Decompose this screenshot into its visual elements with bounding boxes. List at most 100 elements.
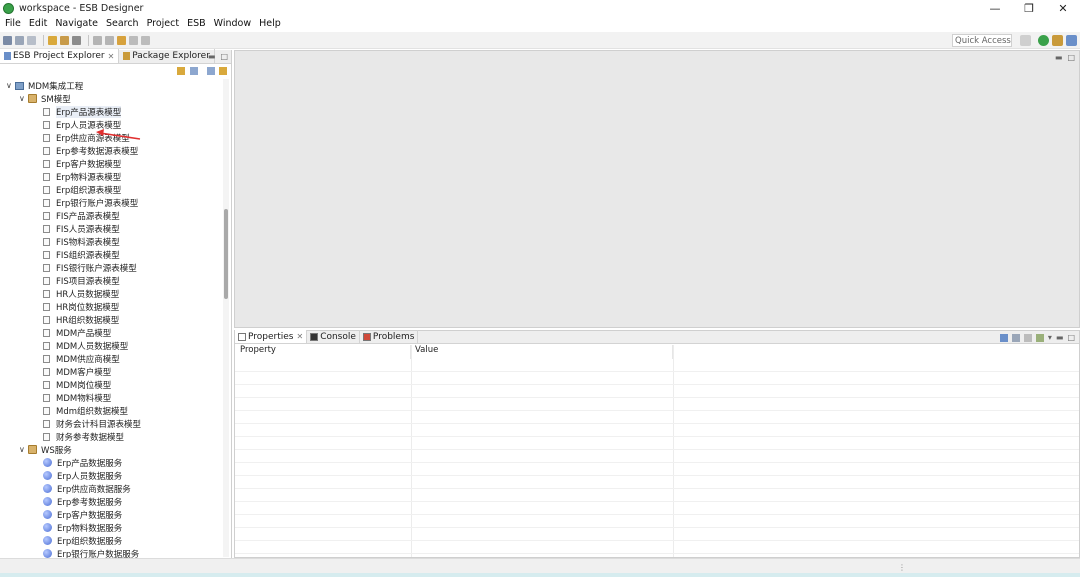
tree-project-row[interactable]: ∨ MDM集成工程	[0, 79, 222, 92]
tree-item[interactable]: FIS人员源表模型	[0, 222, 222, 235]
column-header-value[interactable]: Value	[411, 345, 673, 359]
maximize-icon[interactable]: □	[1067, 53, 1075, 62]
tree-item[interactable]: HR岗位数据模型	[0, 300, 222, 313]
tree-item-label: 财务会计科目源表模型	[56, 419, 142, 430]
save-all-icon[interactable]	[27, 35, 36, 45]
menu-esb[interactable]: ESB	[187, 18, 206, 29]
tree-item[interactable]: Erp组织源表模型	[0, 183, 222, 196]
restore-default-icon[interactable]	[1035, 333, 1044, 342]
deploy-icon[interactable]	[72, 35, 81, 45]
view-menu-icon[interactable]	[219, 67, 227, 75]
close-icon[interactable]: ✕	[1046, 0, 1080, 16]
tree-item[interactable]: MDM供应商模型	[0, 352, 222, 365]
tree-item[interactable]: MDM人员数据模型	[0, 339, 222, 352]
last-edit-icon[interactable]	[117, 35, 126, 45]
restore-icon[interactable]: ❐	[1012, 0, 1046, 16]
open-icon[interactable]	[60, 35, 69, 45]
next-annotation-icon[interactable]	[93, 35, 102, 45]
menu-edit[interactable]: Edit	[29, 18, 47, 29]
minimize-icon[interactable]: —	[978, 0, 1012, 16]
forward-icon[interactable]	[141, 35, 150, 45]
view-menu-icon[interactable]: ▾	[1048, 333, 1052, 342]
tree-item[interactable]: Erp产品源表模型	[0, 105, 222, 118]
chevron-down-icon[interactable]: ∨	[19, 445, 28, 454]
chevron-down-icon[interactable]: ∨	[6, 81, 15, 90]
save-icon[interactable]	[15, 35, 24, 45]
tab-properties[interactable]: Properties ✕	[235, 330, 308, 343]
tree-item[interactable]: MDM物料模型	[0, 391, 222, 404]
tree-item[interactable]: 财务参考数据模型	[0, 430, 222, 443]
tree-item-label: SM模型	[41, 94, 71, 105]
open-perspective-icon[interactable]	[1020, 35, 1031, 46]
tree-item[interactable]: MDM产品模型	[0, 326, 222, 339]
tree-group-row[interactable]: ∨ SM模型	[0, 92, 222, 105]
menu-help[interactable]: Help	[259, 18, 281, 29]
tree-item-label: HR人员数据模型	[56, 289, 120, 300]
tree-item[interactable]: Erp参考数据服务	[0, 495, 222, 508]
tab-console[interactable]: Console	[307, 330, 360, 343]
advanced-icon[interactable]	[1023, 333, 1032, 342]
tree-item[interactable]: HR组织数据模型	[0, 313, 222, 326]
quick-access-input[interactable]: Quick Access	[952, 34, 1012, 47]
chevron-down-icon[interactable]: ∨	[19, 94, 28, 103]
maximize-icon[interactable]: □	[1067, 333, 1075, 342]
tab-esb-project-explorer[interactable]: ESB Project Explorer ✕	[0, 49, 120, 63]
tree-item[interactable]: HR人员数据模型	[0, 287, 222, 300]
menu-window[interactable]: Window	[214, 18, 251, 29]
filter-icon[interactable]	[1011, 333, 1020, 342]
collapse-all-icon[interactable]	[190, 67, 198, 75]
minimize-icon[interactable]: ▬	[1056, 333, 1064, 342]
model-file-icon	[43, 146, 50, 155]
tree-item[interactable]: FIS物料源表模型	[0, 235, 222, 248]
close-icon[interactable]: ✕	[296, 332, 303, 341]
tree-group-row[interactable]: ∨ WS服务	[0, 443, 222, 456]
model-file-icon	[43, 315, 50, 324]
menu-navigate[interactable]: Navigate	[55, 18, 98, 29]
tree-item[interactable]: Erp产品数据服务	[0, 456, 222, 469]
tree-item-label: MDM集成工程	[28, 81, 84, 92]
tree-item[interactable]: 财务会计科目源表模型	[0, 417, 222, 430]
close-icon[interactable]: ✕	[108, 52, 115, 61]
tree-item[interactable]: FIS组织源表模型	[0, 248, 222, 261]
column-header-property[interactable]: Property	[235, 345, 411, 359]
debug-perspective-icon[interactable]	[1066, 35, 1077, 46]
tree-item[interactable]: Erp供应商数据服务	[0, 482, 222, 495]
status-grip-icon: ⋮	[898, 563, 906, 572]
esb-perspective-icon[interactable]	[1038, 35, 1049, 46]
new-project-icon[interactable]	[48, 35, 57, 45]
tree-item[interactable]: Erp人员数据服务	[0, 469, 222, 482]
menu-project[interactable]: Project	[147, 18, 180, 29]
scrollbar-thumb[interactable]	[224, 209, 228, 299]
tab-problems[interactable]: Problems	[360, 330, 419, 343]
minimize-icon[interactable]: ▬	[1055, 53, 1063, 62]
tree-item[interactable]: Mdm组织数据模型	[0, 404, 222, 417]
maximize-icon[interactable]: □	[220, 52, 228, 61]
tree-item[interactable]: FIS产品源表模型	[0, 209, 222, 222]
tab-package-explorer[interactable]: Package Explorer	[119, 49, 215, 63]
tree-item[interactable]: FIS项目源表模型	[0, 274, 222, 287]
minimize-icon[interactable]: ▬	[208, 52, 216, 61]
menu-search[interactable]: Search	[106, 18, 139, 29]
categories-icon[interactable]	[999, 333, 1008, 342]
tree-item[interactable]: Erp客户数据服务	[0, 508, 222, 521]
tree-scrollbar[interactable]	[223, 79, 229, 557]
tree-item[interactable]: Erp组织数据服务	[0, 534, 222, 547]
link-editor-icon[interactable]	[207, 67, 215, 75]
model-file-icon	[43, 289, 50, 298]
tree-item[interactable]: Erp银行账户源表模型	[0, 196, 222, 209]
java-perspective-icon[interactable]	[1052, 35, 1063, 46]
tree-item[interactable]: FIS银行账户源表模型	[0, 261, 222, 274]
table-row	[235, 528, 1079, 541]
prev-annotation-icon[interactable]	[105, 35, 114, 45]
table-row	[235, 359, 1079, 372]
tree-item[interactable]: Erp客户数据模型	[0, 157, 222, 170]
sync-icon[interactable]	[177, 67, 185, 75]
back-icon[interactable]	[129, 35, 138, 45]
tree-item-label: Erp组织源表模型	[56, 185, 122, 196]
menu-file[interactable]: File	[5, 18, 21, 29]
tree-item[interactable]: MDM客户模型	[0, 365, 222, 378]
new-icon[interactable]	[3, 35, 12, 45]
tree-item[interactable]: Erp物料数据服务	[0, 521, 222, 534]
tree-item[interactable]: Erp物料源表模型	[0, 170, 222, 183]
tree-item[interactable]: MDM岗位模型	[0, 378, 222, 391]
